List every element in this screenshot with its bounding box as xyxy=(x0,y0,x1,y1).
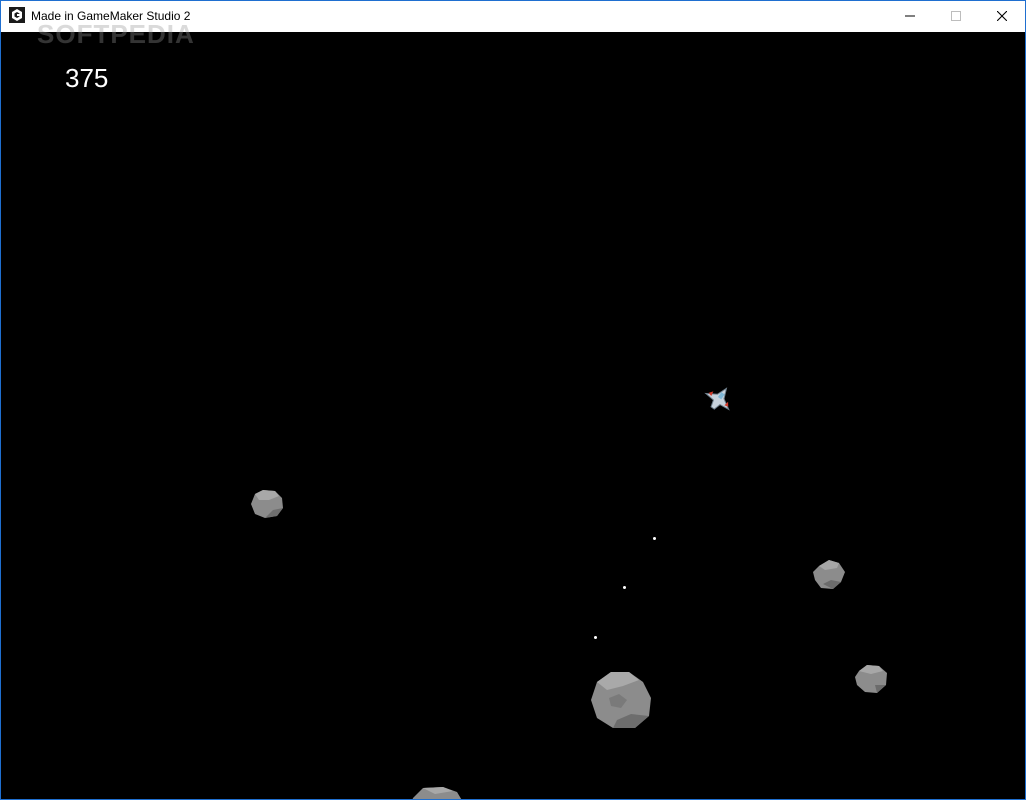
asteroid-large xyxy=(591,672,651,728)
softpedia-watermark: SOFTPEDIA xyxy=(37,19,195,49)
asteroid-small xyxy=(251,490,283,518)
bullet xyxy=(653,537,656,540)
close-button[interactable] xyxy=(979,1,1025,31)
bullet xyxy=(594,636,597,639)
player-ship xyxy=(704,387,730,411)
maximize-button[interactable] xyxy=(933,1,979,31)
maximize-icon xyxy=(951,11,961,21)
score-display: 375 xyxy=(65,63,109,93)
minimize-button[interactable] xyxy=(887,1,933,31)
asteroid-small xyxy=(813,560,845,589)
gamemaker-logo-icon xyxy=(9,7,25,23)
close-icon xyxy=(997,11,1007,21)
minimize-icon xyxy=(905,15,915,17)
bullet xyxy=(623,586,626,589)
game-window: Made in GameMaker Studio 2 375 SOFTPEDIA xyxy=(0,0,1026,800)
asteroid-small xyxy=(855,665,887,693)
game-canvas[interactable]: 375 xyxy=(1,32,1025,799)
asteroid-large xyxy=(412,787,462,799)
